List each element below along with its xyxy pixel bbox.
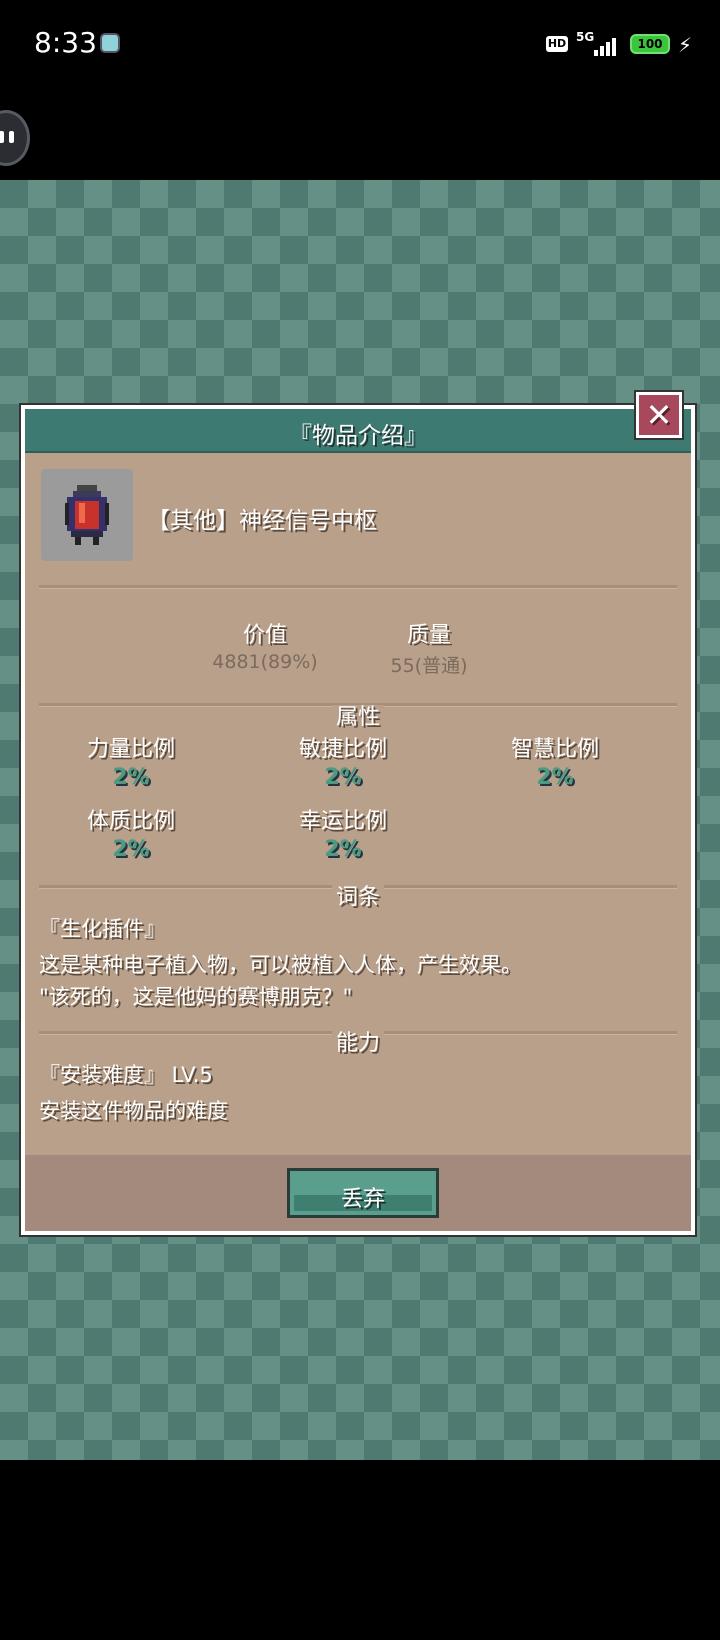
- dialog-footer: 丢弃: [25, 1155, 691, 1231]
- charging-icon: ⚡: [678, 33, 693, 57]
- hd-voice-icon: HD: [546, 36, 568, 52]
- cyber-implant-canister-icon: [65, 485, 109, 545]
- close-button[interactable]: ✕: [634, 390, 684, 440]
- attr-label: 力量比例: [86, 737, 175, 762]
- value-label: 价值: [242, 623, 287, 648]
- attr-label: 幸运比例: [298, 809, 387, 834]
- value-amount: 4881(89%): [212, 651, 318, 673]
- navigation-area: [0, 1460, 720, 1640]
- quality-amount: 55(普通): [390, 655, 468, 677]
- entry-description: 这是某种电子植入物，可以被植入人体，产生效果。: [39, 953, 522, 977]
- ability-name: 『安装难度』 LV.5: [39, 1063, 213, 1087]
- attr-label: 智慧比例: [510, 737, 599, 762]
- dialog-title: 『物品介绍』: [289, 423, 427, 449]
- entry-name: 『生化插件』: [39, 917, 165, 941]
- app-notification-icon: [100, 33, 120, 53]
- attr-value: 2%: [112, 837, 150, 862]
- attr-label: 敏捷比例: [298, 737, 387, 762]
- quality-label: 质量: [406, 623, 451, 648]
- item-icon-slot: [41, 469, 133, 561]
- attr-label: 体质比例: [86, 809, 175, 834]
- divider: [39, 585, 677, 589]
- clock: 8:33: [34, 26, 97, 59]
- close-icon: ✕: [645, 396, 673, 434]
- ability-title: 能力: [25, 1025, 691, 1057]
- ability-description: 安装这件物品的难度: [39, 1099, 228, 1123]
- discard-label: 丢弃: [340, 1187, 385, 1212]
- discard-button[interactable]: 丢弃: [287, 1168, 439, 1218]
- attr-value: 2%: [324, 837, 362, 862]
- item-info-dialog: 『物品介绍』 【其他】神经信号中枢 价值 4881(89%) 质量 55(普通): [19, 403, 697, 1237]
- signal-icon: 5G: [576, 30, 618, 56]
- item-name: 【其他】神经信号中枢: [147, 508, 377, 534]
- battery-icon: 100: [630, 34, 670, 54]
- attr-value: 2%: [324, 765, 362, 790]
- status-bar: 8:33 HD 5G 100 ⚡: [0, 0, 720, 88]
- network-type: 5G: [576, 30, 595, 44]
- attr-value: 2%: [112, 765, 150, 790]
- floating-assistant-button[interactable]: [0, 110, 30, 166]
- attributes-title: 属性: [25, 699, 691, 731]
- entry-title: 词条: [25, 879, 691, 911]
- entry-quote: "该死的，这是他妈的赛博朋克？": [39, 985, 353, 1009]
- dialog-titlebar: 『物品介绍』: [25, 409, 691, 453]
- attr-value: 2%: [536, 765, 574, 790]
